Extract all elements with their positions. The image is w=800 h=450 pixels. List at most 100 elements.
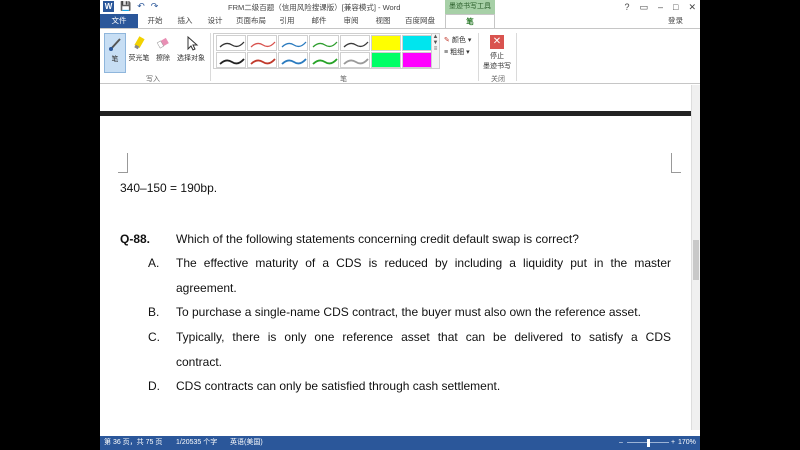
ink-tools-context-label: 墨迹书写工具 [445,0,495,14]
ribbon-pen: 笔 荧光笔 擦除 选择对象 写入 ▲ ▼ ≡ ✎ 颜色 ▾ ≡ 粗细 ▾ 笔 ✕… [100,28,700,84]
tab-references[interactable]: 引用 [276,14,298,28]
eraser-button[interactable]: 擦除 [152,33,174,73]
maximize-icon[interactable]: □ [673,0,678,14]
title-bar: W 💾 ↶ ↷ FRM二级百题（信用风险搜课版）[兼容模式] - Word 墨迹… [100,0,700,14]
group-label-close: 关闭 [491,76,505,83]
pen-button-label: 笔 [111,56,119,63]
pen-style-6[interactable] [371,35,401,51]
stop-label-2: 墨迹书写 [483,63,511,70]
option-a-line2: agreement. [176,281,237,295]
pen-style-1[interactable] [216,35,246,51]
close-icon[interactable]: ✕ [688,0,696,14]
window-title: FRM二级百题（信用风险搜课版）[兼容模式] - Word [228,3,401,12]
language-indicator[interactable]: 英语(美国) [230,436,263,450]
highlighter-button[interactable]: 荧光笔 [128,33,150,73]
zoom-level[interactable]: 170% [678,436,696,450]
option-a-key: A. [148,256,160,270]
tab-pen[interactable]: 笔 [445,14,495,28]
stop-label-1: 停止 [490,53,504,60]
option-b-key: B. [148,305,160,319]
tab-mailings[interactable]: 邮件 [308,14,330,28]
help-icon[interactable]: ? [624,0,629,14]
thickness-icon: ≡ [444,48,449,56]
word-logo-icon[interactable]: W [103,1,114,12]
tab-baidu-netdisk[interactable]: 百度网盘 [402,14,438,28]
option-b-text: To purchase a single-name CDS contract, … [176,305,641,319]
tab-view[interactable]: 视图 [372,14,394,28]
undo-icon[interactable]: ↶ [137,1,145,12]
pen-style-8[interactable] [216,52,246,68]
eraser-button-label: 擦除 [156,55,170,62]
calculation-line: 340–150 = 190bp. [120,181,218,195]
chevron-down-icon: ▾ [466,49,470,56]
tab-insert[interactable]: 插入 [174,14,196,28]
pen-style-13[interactable] [371,52,401,68]
sign-in-link[interactable]: 登录 [668,14,683,28]
save-icon[interactable]: 💾 [120,1,131,12]
highlighter-icon [128,33,150,53]
ribbon-display-icon[interactable]: ▭ [639,0,648,14]
group-divider [516,33,517,81]
tab-review[interactable]: 审阅 [340,14,362,28]
pen-style-14[interactable] [402,52,432,68]
pen-style-4[interactable] [309,35,339,51]
vertical-scrollbar[interactable] [691,85,700,430]
option-d-key: D. [148,379,160,393]
tab-design[interactable]: 设计 [204,14,226,28]
pen-style-12[interactable] [340,52,370,68]
window-controls: ? ▭ – □ ✕ [624,0,696,14]
option-d-text: CDS contracts can only be satisfied thro… [176,379,501,393]
pen-style-7[interactable] [402,35,432,51]
pen-style-5[interactable] [340,35,370,51]
select-objects-label: 选择对象 [177,55,205,62]
page-count[interactable]: 第 36 页，共 75 页 [104,436,162,450]
tab-home[interactable]: 开始 [144,14,166,28]
thickness-label: 粗细 [450,49,465,56]
select-objects-button[interactable]: 选择对象 [176,33,206,73]
zoom-in-icon[interactable]: + [671,436,675,450]
question-number: Q-88. [120,232,151,246]
pen-style-10[interactable] [278,52,308,68]
word-count[interactable]: 1/20535 个字 [176,436,217,450]
option-a-line1: The effective maturity of a CDS is reduc… [176,256,671,270]
pen-style-11[interactable] [309,52,339,68]
select-arrow-icon [176,33,206,53]
pen-icon [105,34,125,54]
pen-gallery-more-icon[interactable]: ▲ ▼ ≡ [431,33,440,69]
option-c-key: C. [148,330,160,344]
zoom-out-icon[interactable]: – [619,436,623,450]
redo-icon[interactable]: ↷ [151,1,159,12]
eraser-icon [152,33,174,53]
pen-style-3[interactable] [278,35,308,51]
document-area[interactable]: 340–150 = 190bp. Q-88. Which of the foll… [100,85,700,430]
question-text: Which of the following statements concer… [176,232,579,246]
page-break-bar [100,111,691,116]
tab-file[interactable]: 文件 [100,14,138,28]
chevron-down-icon: ▾ [467,37,472,44]
crop-mark-right [671,153,681,173]
word-window: W 💾 ↶ ↷ FRM二级百题（信用风险搜课版）[兼容模式] - Word 墨迹… [100,0,700,450]
pen-gallery [213,33,439,69]
option-c-line1: Typically, there is only one reference a… [176,330,671,344]
color-dropdown[interactable]: ✎ 颜色 ▾ [444,35,471,45]
minimize-icon[interactable]: – [658,0,663,14]
zoom-slider-thumb[interactable] [647,439,650,447]
group-divider [478,33,479,81]
pen-style-9[interactable] [247,52,277,68]
status-bar: 第 36 页，共 75 页 1/20535 个字 英语(美国) – + 170% [100,436,700,450]
scrollbar-thumb[interactable] [693,240,699,280]
stop-inking-button[interactable]: ✕ 停止 墨迹书写 [482,35,512,71]
ribbon-tabs: 文件 开始 插入 设计 页面布局 引用 邮件 审阅 视图 百度网盘 笔 登录 [100,14,700,28]
group-label-pens: 笔 [340,76,347,83]
highlighter-button-label: 荧光笔 [128,55,150,62]
crop-mark-left [118,153,128,173]
pen-style-2[interactable] [247,35,277,51]
color-pen-icon: ✎ [444,37,450,44]
tab-page-layout[interactable]: 页面布局 [234,14,268,28]
thickness-dropdown[interactable]: ≡ 粗细 ▾ [444,47,470,57]
stop-x-icon: ✕ [490,35,504,49]
group-label-write: 写入 [146,76,160,83]
pen-button[interactable]: 笔 [104,33,126,73]
color-label: 颜色 [451,37,466,44]
option-c-line2: contract. [176,355,223,369]
